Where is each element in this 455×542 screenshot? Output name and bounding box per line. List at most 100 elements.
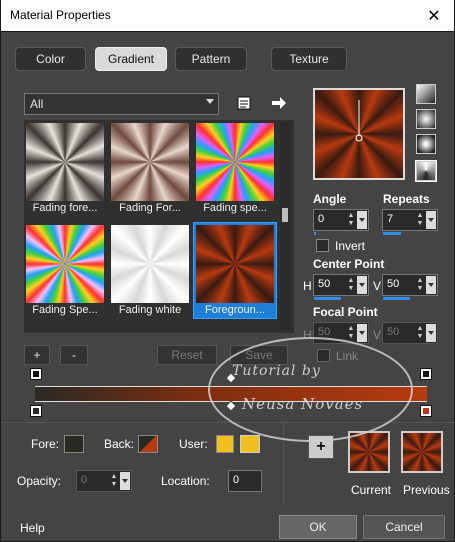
dropdown-icon[interactable] <box>357 211 367 229</box>
category-select-value: All <box>30 97 44 111</box>
angle-slider[interactable] <box>314 232 316 235</box>
user-color-swatch[interactable] <box>216 435 234 453</box>
focal-point-label: Focal Point <box>313 305 378 319</box>
cancel-button[interactable]: Cancel <box>363 515 445 539</box>
gradient-thumbnail <box>26 225 104 303</box>
remove-stop-button[interactable]: - <box>60 345 88 365</box>
previous-label: Previous <box>403 483 450 497</box>
gradient-item[interactable]: Fading Spe... <box>24 223 106 318</box>
repeats-input[interactable]: 7 ▲ ▼ <box>382 209 438 235</box>
dropdown-icon[interactable] <box>426 324 436 342</box>
dropdown-icon[interactable] <box>426 211 436 229</box>
dropdown-icon[interactable] <box>120 472 130 490</box>
repeats-value: 7 <box>387 213 394 225</box>
color-stop-start-icon[interactable] <box>30 405 42 417</box>
dropdown-icon[interactable] <box>357 324 367 342</box>
previous-swatch[interactable] <box>401 431 443 473</box>
gradient-label: Fading spe... <box>203 202 267 214</box>
current-swatch[interactable] <box>348 431 390 473</box>
gradient-label: Fading For... <box>119 202 181 214</box>
browse-folder-icon[interactable] <box>235 93 253 113</box>
spin-arrows-icon[interactable]: ▲ ▼ <box>346 212 356 228</box>
user-color-swatch-large[interactable] <box>240 435 260 453</box>
gradient-label: Fading fore... <box>32 202 98 214</box>
category-select[interactable]: All <box>24 93 219 115</box>
spin-arrows-icon[interactable]: ▲ ▼ <box>415 325 425 341</box>
focal-v-label: V <box>373 328 382 342</box>
center-point-label: Center Point <box>313 257 385 271</box>
gradient-thumbnail <box>26 123 104 201</box>
linear-style-icon[interactable] <box>416 84 436 104</box>
watermark-line1: Tutorial by <box>232 363 321 379</box>
spin-arrows-icon[interactable]: ▲ ▼ <box>109 473 119 489</box>
center-h-slider[interactable] <box>314 297 341 300</box>
spin-arrows-icon[interactable]: ▲ ▼ <box>415 212 425 228</box>
title-bar: Material Properties ✕ <box>0 0 455 31</box>
gradient-label: Fading white <box>118 304 182 316</box>
dropdown-icon[interactable] <box>426 276 436 294</box>
fore-color-swatch[interactable] <box>64 435 84 453</box>
ok-button[interactable]: OK <box>279 515 357 539</box>
scrollbar-thumb[interactable] <box>282 208 288 222</box>
tab-pattern[interactable]: Pattern <box>175 47 247 71</box>
center-v-slider[interactable] <box>383 297 410 300</box>
tab-texture[interactable]: Texture <box>271 47 347 71</box>
gradient-item-selected[interactable]: Foregroun... <box>193 222 277 319</box>
tab-color[interactable]: Color <box>15 47 86 71</box>
focal-v-value: 50 <box>387 326 400 338</box>
watermark-logo: Tutorial by Neusa Novaes <box>208 337 413 442</box>
user-label: User: <box>179 437 208 451</box>
fore-label: Fore: <box>31 437 60 451</box>
gradient-label: Foregroun... <box>205 304 265 316</box>
tab-gradient[interactable]: Gradient <box>95 47 167 71</box>
dropdown-icon[interactable] <box>357 276 367 294</box>
location-value: 0 <box>233 474 240 486</box>
center-v-value: 50 <box>387 278 400 290</box>
window-title: Material Properties <box>10 8 111 22</box>
gradient-preview[interactable] <box>313 88 405 180</box>
add-stop-button[interactable]: + <box>24 345 50 365</box>
sunburst-style-icon[interactable] <box>416 134 436 154</box>
angle-value: 0 <box>318 213 325 225</box>
center-handle-icon[interactable] <box>315 90 403 178</box>
opacity-stop-end-icon[interactable] <box>420 368 432 380</box>
back-color-swatch[interactable] <box>138 435 158 453</box>
opacity-stop-start-icon[interactable] <box>30 368 42 380</box>
close-icon[interactable]: ✕ <box>414 0 454 31</box>
angle-label: Angle <box>313 192 347 206</box>
gradient-thumbnail <box>196 225 274 303</box>
invert-label: Invert <box>335 239 366 253</box>
repeats-slider[interactable] <box>383 232 401 235</box>
radial-style-icon[interactable] <box>415 160 437 182</box>
center-v-input[interactable]: 50 ▲ ▼ <box>382 274 438 300</box>
center-h-label: H <box>303 279 312 293</box>
tab-bar: Color Gradient Pattern Texture <box>1 47 455 72</box>
angle-input[interactable]: 0 ▲ ▼ <box>313 209 369 235</box>
gradient-item[interactable]: Fading For... <box>109 121 191 216</box>
gradient-item[interactable]: Fading fore... <box>24 121 106 216</box>
gradient-item[interactable]: Fading spe... <box>194 121 276 216</box>
gradient-thumbnail <box>111 225 189 303</box>
opacity-input[interactable]: 0 ▲ ▼ <box>76 470 132 492</box>
watermark-line2: Neusa Novaes <box>242 395 364 413</box>
gradient-item[interactable]: Fading white <box>109 223 191 318</box>
arrow-right-icon[interactable] <box>269 93 289 113</box>
dialog-body: Color Gradient Pattern Texture All Fadin… <box>0 31 455 542</box>
rectangular-style-icon[interactable] <box>416 109 436 129</box>
spin-arrows-icon[interactable]: ▲ ▼ <box>415 277 425 293</box>
spin-arrows-icon[interactable]: ▲ ▼ <box>346 325 356 341</box>
gradient-thumbnail <box>111 123 189 201</box>
help-link[interactable]: Help <box>20 521 45 535</box>
location-label: Location: <box>161 474 210 488</box>
color-stop-end-icon[interactable] <box>420 405 432 417</box>
back-label: Back: <box>104 437 135 451</box>
gradient-thumbnail <box>196 123 274 201</box>
reset-button[interactable]: Reset <box>157 345 217 365</box>
spin-arrows-icon[interactable]: ▲ ▼ <box>346 277 356 293</box>
invert-checkbox[interactable] <box>316 239 329 252</box>
center-h-input[interactable]: 50 ▲ ▼ <box>313 274 369 300</box>
opacity-value: 0 <box>81 474 88 486</box>
focal-v-input[interactable]: 50 ▲ ▼ <box>382 322 438 344</box>
library-scrollbar[interactable] <box>280 122 290 330</box>
location-input[interactable]: 0 <box>228 470 262 492</box>
